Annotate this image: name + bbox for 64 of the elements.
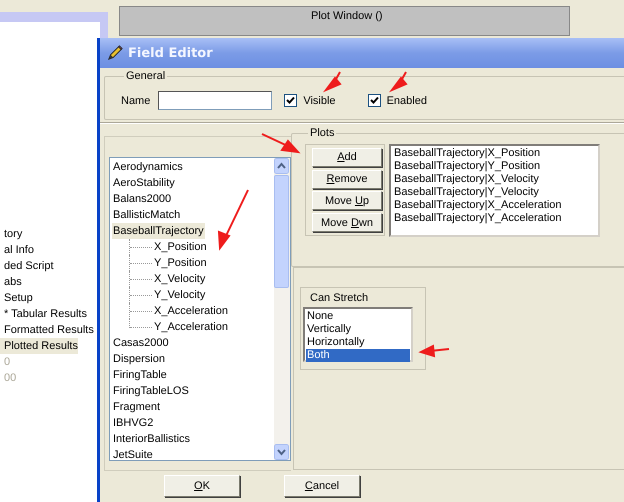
- tree-item[interactable]: Dispersion: [112, 351, 166, 367]
- tree-item[interactable]: IBHVG2: [112, 415, 154, 431]
- tree-item[interactable]: Fragment: [112, 399, 162, 415]
- plot-action-button[interactable]: Add: [312, 148, 382, 167]
- tree-item[interactable]: X_Velocity: [153, 271, 206, 287]
- scroll-down-icon[interactable]: [274, 444, 289, 460]
- tree-item[interactable]: Plotted Results: [0, 338, 78, 354]
- plot-action-button[interactable]: Remove: [312, 170, 382, 189]
- group-label: Can Stretch: [309, 291, 370, 306]
- tree-item[interactable]: BallisticMatch: [112, 207, 182, 223]
- annotation-arrow: [262, 133, 301, 154]
- tree-item[interactable]: FiringTable: [112, 367, 168, 383]
- tree-item[interactable]: Y_Position: [153, 255, 208, 271]
- name-field[interactable]: [158, 91, 272, 110]
- list-item[interactable]: BaseballTrajectory|Y_Acceleration: [394, 212, 595, 225]
- tree-item[interactable]: tory: [0, 226, 22, 242]
- tree-item[interactable]: X_Acceleration: [153, 303, 229, 319]
- cancel-button[interactable]: Cancel: [284, 475, 360, 497]
- tree-item[interactable]: Casas2000: [112, 335, 170, 351]
- pencil-icon: [107, 45, 123, 61]
- annotation-arrow: [218, 190, 249, 251]
- enabled-checkbox[interactable]: [368, 94, 381, 107]
- tree-item[interactable]: Formatted Results: [0, 322, 94, 338]
- list-item[interactable]: BaseballTrajectory|X_Acceleration: [394, 199, 595, 212]
- tree-item[interactable]: * Tabular Results: [0, 306, 87, 322]
- scrollbar[interactable]: [274, 158, 290, 460]
- plot-action-button[interactable]: Move Up: [312, 191, 382, 210]
- group-label: General: [125, 70, 166, 82]
- tree-item[interactable]: Y_Velocity: [153, 287, 206, 303]
- list-item[interactable]: BaseballTrajectory|X_Position: [394, 147, 595, 160]
- ok-button[interactable]: OK: [164, 475, 240, 497]
- tree-item[interactable]: al Info: [0, 242, 34, 258]
- list-item[interactable]: None: [306, 310, 410, 323]
- tree-item[interactable]: AeroStability: [112, 175, 176, 191]
- visible-label: Visible: [303, 94, 336, 106]
- list-item[interactable]: BaseballTrajectory|Y_Position: [394, 160, 595, 173]
- annotation-arrow: [388, 72, 408, 92]
- annotation-arrow: [418, 344, 450, 358]
- list-item[interactable]: Both: [306, 349, 410, 362]
- visible-checkbox[interactable]: [284, 94, 298, 107]
- window-title: Field Editor: [128, 46, 213, 60]
- scroll-thumb[interactable]: [274, 175, 289, 288]
- list-item[interactable]: BaseballTrajectory|Y_Velocity: [394, 186, 595, 199]
- list-item[interactable]: Horizontally: [306, 336, 410, 349]
- tree-item[interactable]: Aerodynamics: [112, 159, 184, 175]
- tree-item[interactable]: BaseballTrajectory: [112, 223, 205, 239]
- tree-item[interactable]: Y_Acceleration: [153, 319, 229, 335]
- name-label: Name: [121, 94, 150, 106]
- scroll-up-icon[interactable]: [274, 158, 289, 174]
- plot-action-button[interactable]: Move Dwn: [312, 213, 382, 232]
- tree-item[interactable]: Setup: [0, 290, 33, 306]
- tree-item[interactable]: ded Script: [0, 258, 54, 274]
- tree-item[interactable]: X_Position: [153, 239, 208, 255]
- plot-window-title: Plot Window (): [311, 10, 383, 22]
- annotation-arrow: [322, 72, 342, 92]
- enabled-label: Enabled: [386, 94, 427, 106]
- tree-item[interactable]: InteriorBallistics: [112, 431, 192, 447]
- tree-item[interactable]: Balans2000: [112, 191, 172, 207]
- tree-item[interactable]: abs: [0, 274, 22, 290]
- tree-item[interactable]: JetSuite: [112, 447, 154, 460]
- list-item[interactable]: BaseballTrajectory|X_Velocity: [394, 173, 595, 186]
- group-label: Plots: [309, 127, 336, 139]
- tree-item[interactable]: FiringTableLOS: [112, 383, 190, 399]
- list-item[interactable]: Vertically: [306, 323, 410, 336]
